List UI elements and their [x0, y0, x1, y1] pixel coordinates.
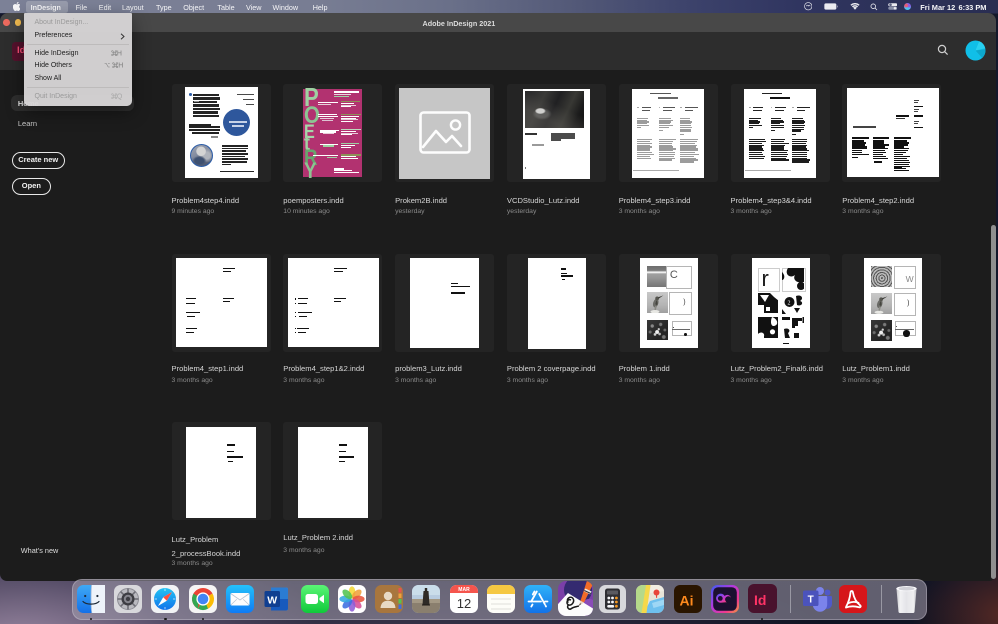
svg-text:Ai: Ai: [679, 592, 693, 608]
svg-text:12: 12: [456, 596, 470, 611]
svg-text:MAR: MAR: [458, 587, 470, 593]
svg-text:T: T: [808, 595, 814, 606]
svg-text:W: W: [268, 594, 278, 606]
svg-text:Id: Id: [754, 592, 766, 608]
svg-text:2: 2: [788, 300, 791, 306]
